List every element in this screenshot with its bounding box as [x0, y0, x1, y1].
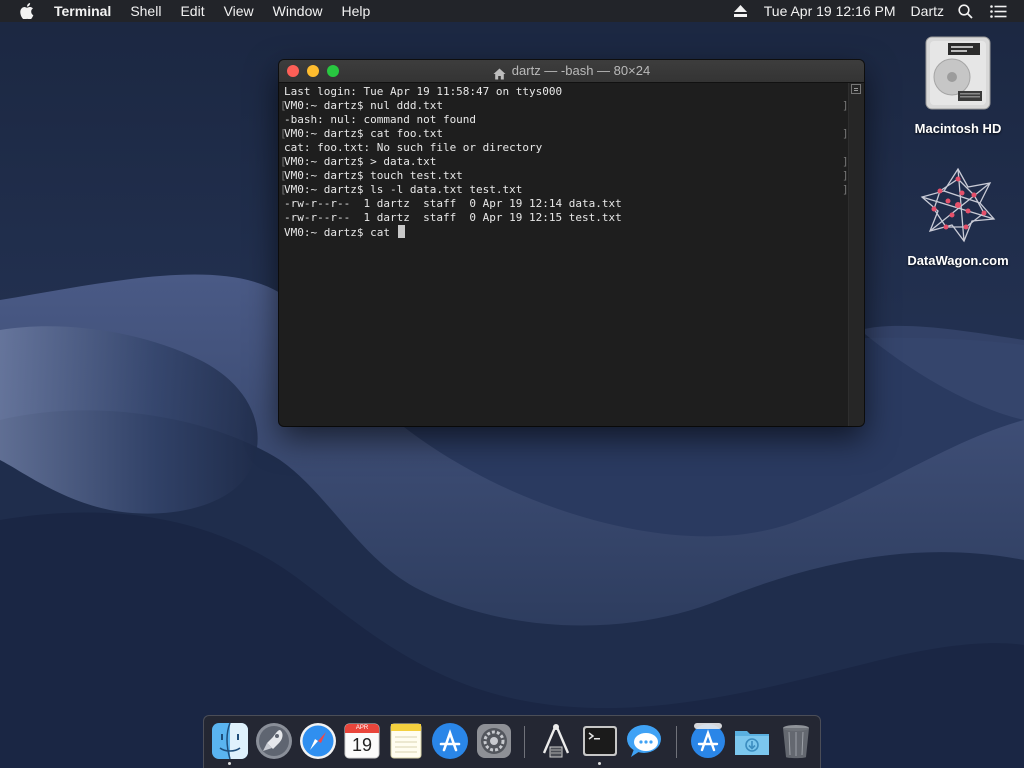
minimize-button[interactable]: [307, 65, 319, 77]
menu-user[interactable]: Dartz: [911, 3, 944, 19]
window-title: dartz — -bash — 80×24: [511, 63, 651, 78]
running-indicator: [598, 762, 601, 765]
menu-view[interactable]: View: [224, 0, 254, 22]
trash-icon[interactable]: [776, 721, 816, 761]
eject-icon[interactable]: [733, 5, 748, 17]
messages-icon[interactable]: [624, 721, 664, 761]
menu-shell[interactable]: Shell: [130, 0, 161, 22]
desktop-icon-label: Macintosh HD: [914, 121, 1002, 136]
text-cursor: [397, 225, 405, 238]
launchpad-icon[interactable]: [254, 721, 294, 761]
terminal-scrollbar[interactable]: [848, 83, 864, 426]
terminal-line: Last login: Tue Apr 19 11:58:47 on ttys0…: [284, 85, 563, 98]
zoom-button[interactable]: [327, 65, 339, 77]
finder-icon[interactable]: [210, 721, 250, 761]
notification-center-icon[interactable]: [990, 4, 1008, 18]
split-pane-icon[interactable]: [851, 84, 861, 94]
calendar-icon[interactable]: APR 19: [342, 721, 382, 761]
menu-bar: Terminal Shell Edit View Window Help Tue…: [0, 0, 1024, 22]
home-folder-icon: [493, 65, 506, 80]
app-store-download-icon[interactable]: [688, 721, 728, 761]
terminal-line-text: VM0:~ dartz$ cat foo.txt: [284, 127, 443, 140]
mark-bracket-left: [: [280, 127, 287, 140]
hard-drive-icon: [918, 33, 998, 113]
apple-menu-icon[interactable]: [20, 3, 36, 19]
spotlight-search-icon[interactable]: [958, 3, 974, 19]
dock-separator: [524, 726, 525, 758]
terminal-line-text: VM0:~ dartz$ ls -l data.txt test.txt: [284, 183, 523, 196]
terminal-prompt-line: [VM0:~ dartz$ nul ddd.txt]: [280, 99, 849, 113]
safari-icon[interactable]: [298, 721, 338, 761]
terminal-titlebar[interactable]: dartz — -bash — 80×24: [279, 60, 864, 83]
system-preferences-icon[interactable]: [474, 721, 514, 761]
calendar-month: APR: [355, 725, 369, 731]
menu-app-name[interactable]: Terminal: [54, 0, 111, 22]
mark-bracket-left: [: [280, 183, 287, 196]
terminal-prompt-line: [VM0:~ dartz$ touch test.txt]: [280, 169, 849, 183]
menu-edit[interactable]: Edit: [180, 0, 204, 22]
terminal-line-text: VM0:~ dartz$ nul ddd.txt: [284, 99, 443, 112]
terminal-prompt-line: [VM0:~ dartz$ ls -l data.txt test.txt]: [280, 183, 849, 197]
running-indicator: [228, 762, 231, 765]
network-star-icon: [918, 165, 998, 245]
terminal-prompt-line: [VM0:~ dartz$ cat foo.txt]: [280, 127, 849, 141]
menu-help[interactable]: Help: [341, 0, 370, 22]
notes-icon[interactable]: [386, 721, 426, 761]
menu-bar-extras: Tue Apr 19 12:16 PM Dartz: [733, 0, 1024, 22]
mark-bracket-left: [: [280, 169, 287, 182]
terminal-window[interactable]: dartz — -bash — 80×24 Last login: Tue Ap…: [279, 60, 864, 426]
terminal-line-text: VM0:~ dartz$ touch test.txt: [284, 169, 463, 182]
terminal-line: cat: foo.txt: No such file or directory: [284, 141, 543, 154]
app-store-icon[interactable]: [430, 721, 470, 761]
calendar-day: 19: [351, 735, 373, 755]
desktop-icon-datawagon[interactable]: DataWagon.com: [903, 165, 1013, 268]
terminal-line: -bash: nul: command not found: [284, 113, 477, 126]
close-button[interactable]: [287, 65, 299, 77]
window-title-area: dartz — -bash — 80×24: [279, 60, 864, 82]
terminal-current-prompt[interactable]: VM0:~ dartz$ cat: [284, 225, 843, 239]
desktop-icon-label: DataWagon.com: [907, 253, 1009, 268]
terminal-line-text: VM0:~ dartz$ > data.txt: [284, 155, 437, 168]
mark-bracket-left: [: [280, 99, 287, 112]
desktop-icon-macintosh-hd[interactable]: Macintosh HD: [903, 33, 1013, 136]
terminal-icon[interactable]: [580, 721, 620, 761]
network-utility-icon[interactable]: [536, 721, 576, 761]
menu-clock[interactable]: Tue Apr 19 12:16 PM: [764, 3, 896, 19]
dock-separator: [676, 726, 677, 758]
terminal-prompt-text: VM0:~ dartz$ cat: [284, 226, 397, 239]
terminal-output[interactable]: Last login: Tue Apr 19 11:58:47 on ttys0…: [279, 83, 849, 426]
downloads-folder-icon[interactable]: [732, 721, 772, 761]
terminal-line: -rw-r--r-- 1 dartz staff 0 Apr 19 12:14 …: [284, 197, 622, 210]
menu-window[interactable]: Window: [273, 0, 323, 22]
terminal-line: -rw-r--r-- 1 dartz staff 0 Apr 19 12:15 …: [284, 211, 622, 224]
terminal-prompt-line: [VM0:~ dartz$ > data.txt]: [280, 155, 849, 169]
window-controls: [287, 65, 347, 77]
dock: APR 19: [203, 715, 821, 768]
mark-bracket-left: [: [280, 155, 287, 168]
